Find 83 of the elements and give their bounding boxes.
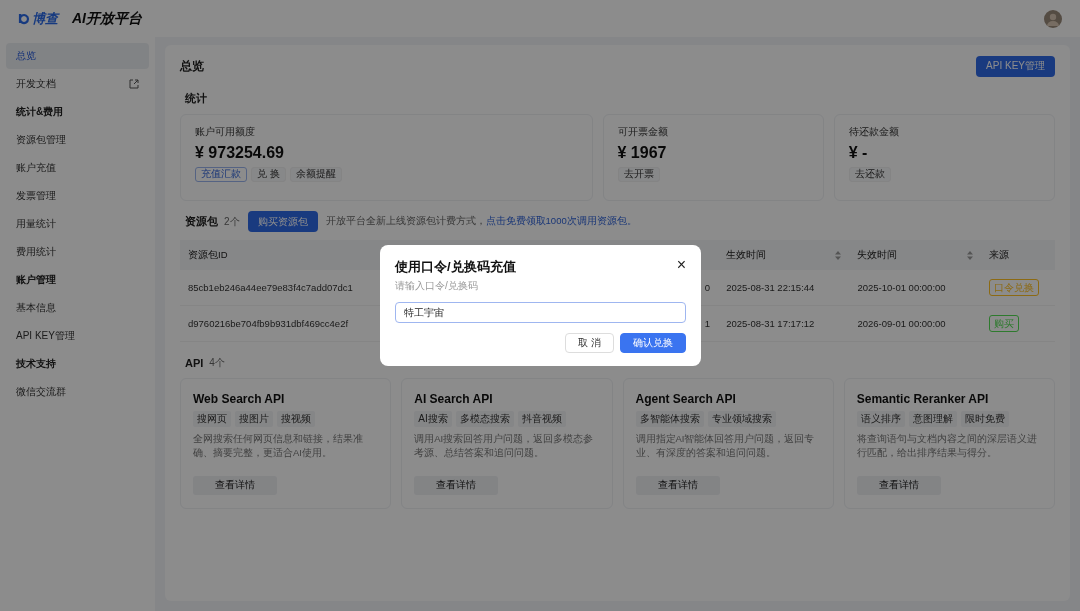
table-cell: 85cb1eb246a44ee79e83f4c7add07dc1 <box>188 282 353 293</box>
table-cell: 2025-08-31 17:17:12 <box>726 318 815 329</box>
sort-icon[interactable] <box>835 250 842 260</box>
dialog-title: 使用口令/兑换码充值 <box>395 258 516 276</box>
stat-label: 可开票金额 <box>617 126 669 139</box>
section-title: API <box>185 357 204 369</box>
avatar[interactable] <box>1044 9 1062 28</box>
sidebar-item[interactable]: 总览 <box>6 43 149 69</box>
api-tag: 意图理解 <box>908 411 957 427</box>
sidebar-item[interactable]: 资源包管理 <box>6 127 149 153</box>
section-title: 资源包 <box>185 214 218 229</box>
page-title: 总览 <box>180 57 204 75</box>
api-description: 全网搜索任何网页信息和链接，结果准确、摘要完整，更适合AI使用。 <box>193 432 364 460</box>
sidebar-item[interactable]: 发票管理 <box>6 183 149 209</box>
api-key-button[interactable]: API KEY管理 <box>976 55 1055 77</box>
column-header: 生效时间 <box>726 248 767 260</box>
stat-value: ¥ 973254.69 <box>195 144 285 162</box>
api-tag: 语义排序 <box>856 411 905 427</box>
table-cell: 0 <box>704 282 711 293</box>
stat-value: ¥ 1967 <box>617 144 668 162</box>
action-button[interactable]: 余额提醒 <box>289 167 342 182</box>
table-cell: 2025-10-01 00:00:00 <box>857 282 946 293</box>
stat-label: 账户可用额度 <box>195 126 256 139</box>
table-cell: 1 <box>704 318 711 329</box>
api-tag: 搜视频 <box>277 411 315 427</box>
sidebar-section-title: 统计&费用 <box>15 105 65 119</box>
sidebar-item[interactable]: 微信交流群 <box>6 379 149 405</box>
external-link-icon <box>129 79 139 89</box>
sort-icon[interactable] <box>966 250 973 260</box>
api-tag: 搜图片 <box>235 411 273 427</box>
api-tag: 搜网页 <box>193 411 231 427</box>
close-button[interactable]: × <box>676 258 686 272</box>
sidebar-item[interactable]: 用量统计 <box>6 211 149 237</box>
api-description: 调用指定AI智能体回答用户问题，返回专业、有深度的答案和追问问题。 <box>635 432 816 460</box>
code-input-field[interactable]: 特工宇宙 <box>395 302 686 323</box>
sidebar-item[interactable]: API KEY管理 <box>6 323 149 349</box>
api-description: 调用AI搜索回答用户问题，返回多模态参考源、总结答案和追问问题。 <box>414 432 595 460</box>
details-button[interactable]: 查看详情 <box>856 476 941 495</box>
sidebar-item[interactable]: 账户充值 <box>6 155 149 181</box>
column-header: 资源包ID <box>188 248 228 260</box>
api-tag: AI搜索 <box>414 411 452 427</box>
details-button[interactable]: 查看详情 <box>414 476 499 495</box>
api-tag: 专业领域搜索 <box>707 411 776 427</box>
table-cell: d9760216be704fb9b931dbf469cc4e2f <box>188 318 349 329</box>
sidebar-item[interactable]: 费用统计 <box>6 239 149 265</box>
api-tag: 多模态搜索 <box>455 411 514 427</box>
source-tag: 购买 <box>988 314 1019 332</box>
column-header: 来源 <box>988 248 1009 260</box>
buy-package-button[interactable]: 购买资源包 <box>247 211 318 232</box>
api-tag: 多智能体搜索 <box>635 411 704 427</box>
cancel-button[interactable]: 取 消 <box>565 333 614 353</box>
sidebar-section-title: 技术支持 <box>15 357 57 371</box>
api-tag: 抖音视频 <box>517 411 566 427</box>
platform-title: AI开放平台 <box>72 9 142 28</box>
stat-label: 待还款金额 <box>848 126 900 139</box>
details-button[interactable]: 查看详情 <box>635 476 720 495</box>
api-tag: 限时免费 <box>960 411 1009 427</box>
sidebar-item[interactable]: 开发文档 <box>6 71 149 97</box>
api-name: Web Search API <box>193 392 286 406</box>
sidebar-section-title: 账户管理 <box>15 273 57 287</box>
stat-value: ¥ - <box>848 144 869 162</box>
confirm-button[interactable]: 确认兑换 <box>620 333 686 353</box>
api-description: 将查询语句与文档内容之间的深层语义进行匹配，给出排序结果与得分。 <box>856 432 1038 460</box>
action-button[interactable]: 去开票 <box>617 167 660 182</box>
count-label: 4个 <box>209 356 225 370</box>
api-name: Semantic Reranker API <box>856 392 990 406</box>
sidebar-item[interactable]: 基本信息 <box>6 295 149 321</box>
action-button[interactable]: 兑 换 <box>251 167 286 182</box>
table-cell: 2025-08-31 22:15:44 <box>726 282 815 293</box>
api-name: AI Search API <box>414 392 494 406</box>
logo-icon <box>18 12 30 25</box>
source-tag: 口令兑换 <box>988 278 1039 296</box>
free-package-link[interactable]: 点击免费领取1000次调用资源包。 <box>485 215 637 226</box>
table-cell: 2026-09-01 00:00:00 <box>857 318 946 329</box>
logo[interactable]: 博查 <box>18 9 58 28</box>
dialog-subtitle: 请输入口令/兑换码 <box>395 279 479 293</box>
details-button[interactable]: 查看详情 <box>193 476 277 495</box>
action-button[interactable]: 充值汇款 <box>195 167 247 182</box>
section-title: 统计 <box>185 91 207 106</box>
api-name: Agent Search API <box>635 392 737 406</box>
action-button[interactable]: 去还款 <box>848 167 891 182</box>
count-label: 2个 <box>224 214 240 229</box>
column-header: 失效时间 <box>857 248 898 260</box>
